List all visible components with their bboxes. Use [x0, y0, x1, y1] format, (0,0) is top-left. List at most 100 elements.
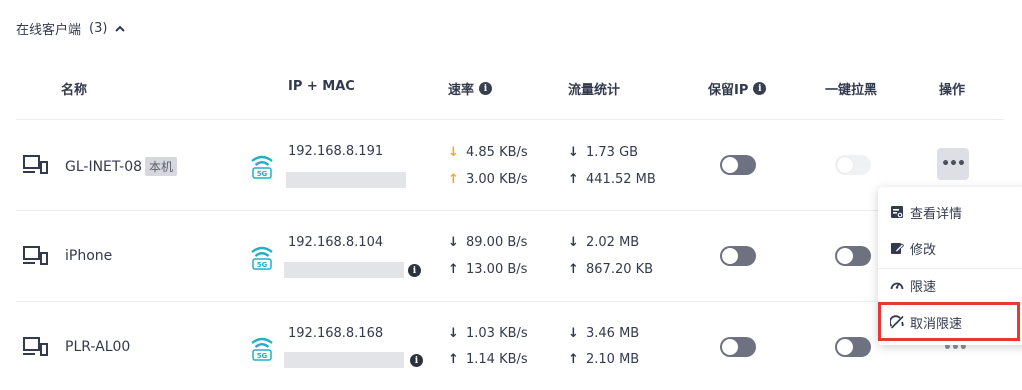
traffic-down-value: 1.73 GB	[586, 145, 639, 160]
arrow-up-icon: ↑	[568, 352, 579, 367]
rate-down-value: 89.00 B/s	[466, 235, 528, 250]
block-toggle[interactable]	[835, 246, 871, 266]
arrow-up-icon: ↑	[448, 262, 459, 277]
menu-item-label: 查看详情	[910, 206, 963, 222]
traffic-up-value: 441.52 MB	[586, 172, 656, 187]
column-header-name: 名称	[61, 83, 88, 98]
arrow-up-icon: ↑	[568, 262, 579, 277]
device-name: iPhone	[65, 248, 112, 264]
local-device-badge: 本机	[145, 157, 178, 176]
wifi-5g-icon: 5G	[251, 246, 273, 270]
device-name-label: PLR-AL00	[65, 339, 131, 355]
edit-icon	[891, 243, 904, 254]
arrow-down-icon: ↓	[568, 326, 579, 341]
column-header-ip-mac: IP + MAC	[288, 79, 355, 94]
column-header-reserve-ip: 保留IP i	[708, 79, 767, 98]
section-count: (3)	[89, 21, 108, 36]
rate-down: ↓ 4.85 KB/s	[448, 145, 528, 160]
arrow-down-icon: ↓	[568, 235, 579, 250]
menu-item-label: 限速	[910, 279, 937, 295]
rate-up-value: 13.00 B/s	[466, 262, 528, 277]
table-divider	[16, 119, 1004, 120]
arrow-up-icon: ↑	[448, 352, 459, 367]
mac-address-redacted	[284, 262, 404, 278]
ip-address: 192.168.8.104	[288, 235, 384, 250]
highlight-annotation	[878, 302, 1020, 341]
info-icon[interactable]: i	[753, 82, 767, 95]
wifi-band-label: 5G	[257, 170, 268, 178]
rate-down-value: 4.85 KB/s	[466, 145, 528, 160]
ip-address: 192.168.8.168	[288, 326, 384, 341]
device-name: PLR-AL00	[65, 339, 130, 355]
details-icon	[891, 206, 903, 218]
table-divider	[16, 210, 1004, 211]
rate-up: ↑ 13.00 B/s	[448, 262, 527, 277]
arrow-up-icon: ↑	[568, 172, 579, 187]
block-toggle-disabled	[835, 155, 871, 175]
traffic-down-value: 3.46 MB	[586, 326, 640, 341]
column-header-rate: 速率 i	[448, 79, 493, 98]
toggle-knob	[837, 248, 853, 264]
ip-address: 192.168.8.191	[288, 144, 384, 159]
device-name-label: iPhone	[65, 248, 113, 264]
mac-address-redacted	[286, 172, 406, 188]
arrow-down-icon: ↓	[448, 235, 459, 250]
rate-up-value: 3.00 KB/s	[466, 172, 528, 187]
toggle-knob	[722, 339, 738, 355]
wifi-band-label: 5G	[257, 261, 268, 269]
speed-limit-icon	[890, 282, 904, 290]
toggle-knob	[722, 157, 738, 173]
traffic-down: ↓ 3.46 MB	[568, 326, 639, 341]
traffic-down: ↓ 1.73 GB	[568, 145, 638, 160]
reserve-ip-toggle[interactable]	[720, 246, 756, 266]
column-header-block: 一键拉黑	[825, 83, 878, 98]
menu-item-view-details[interactable]: 查看详情	[878, 194, 1022, 230]
traffic-up: ↑ 867.20 KB	[568, 262, 653, 277]
arrow-down-icon: ↓	[568, 145, 579, 160]
menu-item-edit[interactable]: 修改	[878, 230, 1022, 266]
section-header[interactable]: 在线客户端 (3)	[16, 19, 126, 38]
mac-address-redacted	[284, 352, 404, 368]
device-name-label: GL-INET-08	[65, 158, 143, 175]
traffic-up-value: 2.10 MB	[586, 352, 640, 367]
menu-item-label: 修改	[910, 242, 937, 258]
rate-up: ↑ 1.14 KB/s	[448, 352, 528, 367]
computer-device-icon	[23, 337, 48, 356]
traffic-up: ↑ 441.52 MB	[568, 172, 656, 187]
block-toggle[interactable]	[835, 337, 871, 357]
reserve-ip-toggle[interactable]	[720, 337, 756, 357]
reserve-ip-toggle[interactable]	[720, 155, 756, 175]
rate-up: ↑ 3.00 KB/s	[448, 172, 528, 187]
toggle-knob	[722, 248, 738, 264]
section-title: 在线客户端	[16, 23, 82, 38]
info-icon[interactable]: i	[479, 82, 493, 95]
traffic-down-value: 2.02 MB	[586, 235, 640, 250]
column-header-traffic: 流量统计	[568, 83, 621, 98]
computer-device-icon	[23, 246, 48, 265]
toggle-knob	[837, 339, 853, 355]
rate-up-value: 1.14 KB/s	[466, 352, 528, 367]
column-header-rate-label: 速率	[448, 83, 475, 98]
arrow-down-icon: ↓	[448, 145, 459, 160]
wifi-band-label: 5G	[257, 352, 268, 360]
arrow-down-icon: ↓	[448, 326, 459, 341]
wifi-5g-icon: 5G	[251, 155, 273, 179]
column-header-actions: 操作	[939, 83, 966, 98]
rate-down: ↓ 1.03 KB/s	[448, 326, 528, 341]
traffic-down: ↓ 2.02 MB	[568, 235, 639, 250]
more-actions-button[interactable]: •••	[937, 148, 969, 180]
device-name: GL-INET-08 本机	[65, 157, 178, 176]
rate-down-value: 1.03 KB/s	[466, 326, 528, 341]
toggle-knob	[837, 157, 853, 173]
table-divider	[16, 301, 1004, 302]
traffic-up-value: 867.20 KB	[586, 262, 654, 277]
info-icon[interactable]: i	[408, 264, 421, 277]
traffic-up: ↑ 2.10 MB	[568, 352, 639, 367]
column-header-reserve-ip-label: 保留IP	[708, 83, 749, 98]
rate-down: ↓ 89.00 B/s	[448, 235, 527, 250]
chevron-up-icon[interactable]	[114, 23, 126, 35]
info-icon[interactable]: i	[410, 354, 423, 367]
computer-device-icon	[23, 155, 48, 174]
menu-item-speed-limit[interactable]: 限速	[878, 267, 1022, 303]
arrow-up-icon: ↑	[448, 172, 459, 187]
